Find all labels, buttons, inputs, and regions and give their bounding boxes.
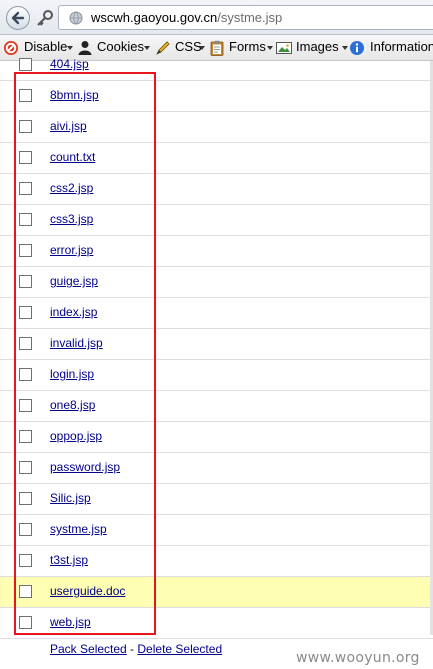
file-link[interactable]: Silic.jsp <box>50 491 91 505</box>
table-row: systme.jsp <box>0 515 433 546</box>
file-checkbox[interactable] <box>19 275 32 288</box>
file-link[interactable]: oppop.jsp <box>50 429 102 443</box>
table-row: one8.jsp <box>0 391 433 422</box>
file-link[interactable]: web.jsp <box>50 615 91 629</box>
file-checkbox[interactable] <box>19 399 32 412</box>
actions-separator: - <box>126 642 138 656</box>
file-checkbox[interactable] <box>19 585 32 598</box>
url-path: /systme.jsp <box>217 10 283 25</box>
address-bar: wscwh.gaoyou.gov.cn/systme.jsp <box>0 0 433 35</box>
back-button[interactable] <box>6 6 30 30</box>
file-link[interactable]: aivi.jsp <box>50 119 87 133</box>
table-row: guige.jsp <box>0 267 433 298</box>
file-checkbox[interactable] <box>19 337 32 350</box>
table-row: count.txt <box>0 143 433 174</box>
url-domain: wscwh.gaoyou.gov.cn <box>91 10 218 25</box>
url-text: wscwh.gaoyou.gov.cn/systme.jsp <box>91 10 282 25</box>
file-link[interactable]: one8.jsp <box>50 398 95 412</box>
file-link[interactable]: t3st.jsp <box>50 553 88 567</box>
delete-selected-link[interactable]: Delete Selected <box>137 642 222 656</box>
table-row-highlighted: userguide.doc <box>0 577 433 608</box>
file-link[interactable]: guige.jsp <box>50 274 98 288</box>
file-checkbox[interactable] <box>19 120 32 133</box>
file-checkbox[interactable] <box>19 151 32 164</box>
table-row: index.jsp <box>0 298 433 329</box>
file-checkbox[interactable] <box>19 244 32 257</box>
file-link[interactable]: index.jsp <box>50 305 97 319</box>
file-checkbox[interactable] <box>19 492 32 505</box>
table-row: css3.jsp <box>0 205 433 236</box>
file-link[interactable]: 8bmn.jsp <box>50 88 99 102</box>
table-row: Silic.jsp <box>0 484 433 515</box>
file-checkbox[interactable] <box>19 523 32 536</box>
file-link[interactable]: password.jsp <box>50 460 120 474</box>
table-row: aivi.jsp <box>0 112 433 143</box>
table-row: password.jsp <box>0 453 433 484</box>
file-link[interactable]: login.jsp <box>50 367 94 381</box>
file-checkbox[interactable] <box>19 182 32 195</box>
file-link[interactable]: userguide.doc <box>50 584 125 598</box>
table-row: login.jsp <box>0 360 433 391</box>
table-row: invalid.jsp <box>0 329 433 360</box>
file-checkbox[interactable] <box>19 368 32 381</box>
file-checkbox[interactable] <box>19 306 32 319</box>
file-link[interactable]: css2.jsp <box>50 181 93 195</box>
watermark: www.wooyun.org <box>296 650 420 666</box>
file-link[interactable]: 404.jsp <box>50 57 89 71</box>
file-checkbox[interactable] <box>19 616 32 629</box>
table-row: t3st.jsp <box>0 546 433 577</box>
file-checkbox[interactable] <box>19 213 32 226</box>
file-link[interactable]: invalid.jsp <box>50 336 103 350</box>
file-link[interactable]: count.txt <box>50 150 95 164</box>
file-checkbox[interactable] <box>19 58 32 71</box>
file-actions: Pack Selected - Delete Selected <box>50 642 222 656</box>
back-arrow-icon <box>11 11 25 25</box>
table-row: oppop.jsp <box>0 422 433 453</box>
table-row: error.jsp <box>0 236 433 267</box>
table-row: css2.jsp <box>0 174 433 205</box>
file-checkbox[interactable] <box>19 554 32 567</box>
file-checkbox[interactable] <box>19 430 32 443</box>
pack-selected-link[interactable]: Pack Selected <box>50 642 127 656</box>
file-link[interactable]: css3.jsp <box>50 212 93 226</box>
file-checkbox[interactable] <box>19 461 32 474</box>
table-row: web.jsp <box>0 608 433 639</box>
table-row: 404.jsp <box>0 50 433 81</box>
globe-icon <box>69 11 83 25</box>
table-row: 8bmn.jsp <box>0 81 433 112</box>
url-field[interactable]: wscwh.gaoyou.gov.cn/systme.jsp <box>58 5 433 30</box>
file-checkbox[interactable] <box>19 89 32 102</box>
file-link[interactable]: error.jsp <box>50 243 93 257</box>
key-icon[interactable] <box>36 9 54 27</box>
file-link[interactable]: systme.jsp <box>50 522 107 536</box>
